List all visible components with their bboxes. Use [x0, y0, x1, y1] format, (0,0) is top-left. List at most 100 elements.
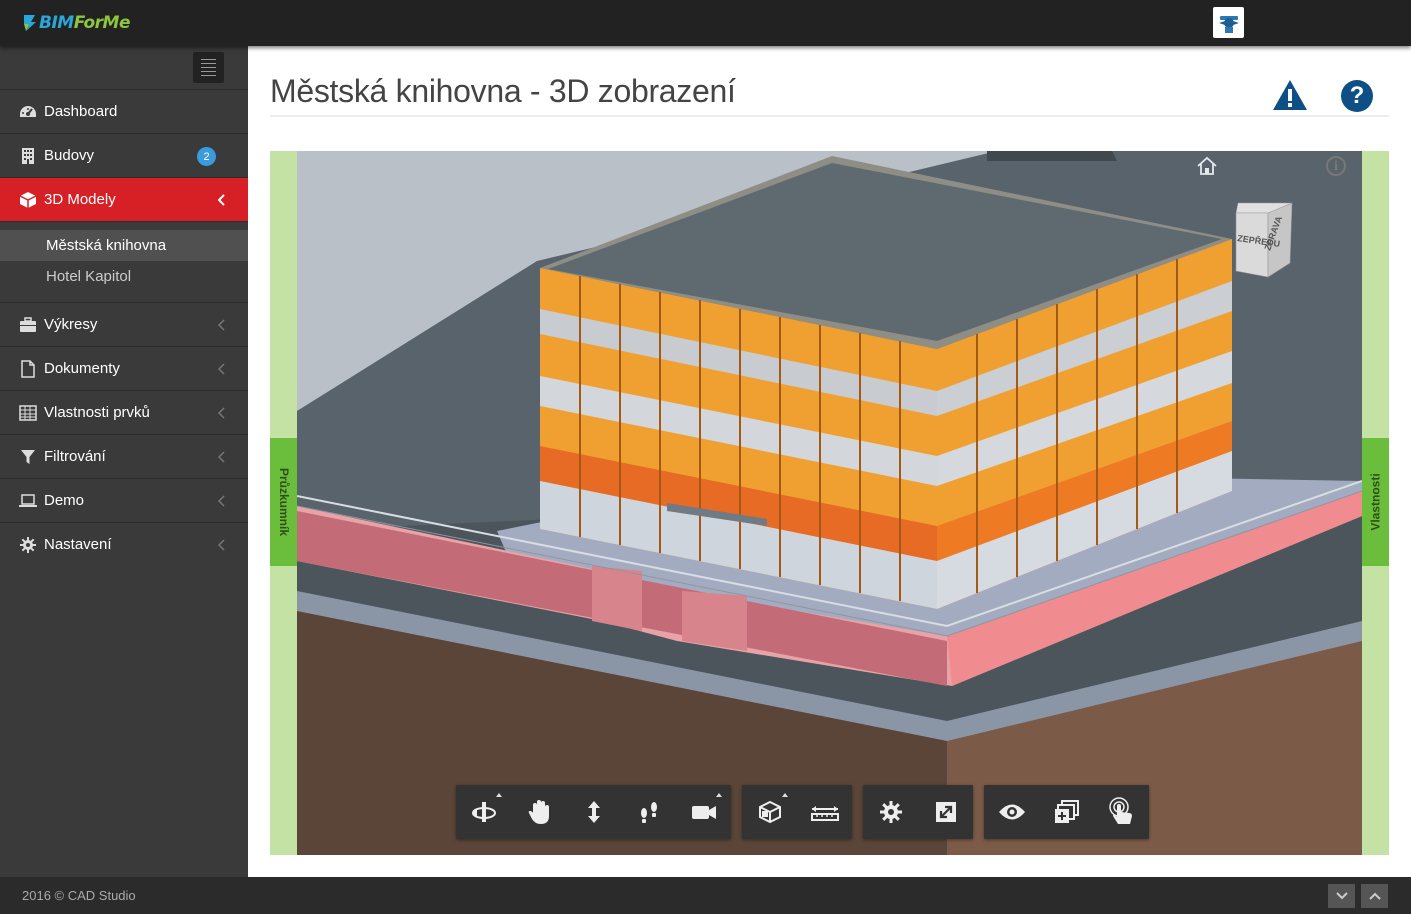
hamburger-line [201, 63, 216, 64]
chevron-up-icon [1368, 892, 1381, 900]
sidebar-item-vlastnosti-prvku[interactable]: Vlastnosti prvků [0, 390, 248, 434]
chevron-down-icon [1335, 892, 1348, 900]
explode-tool-button[interactable] [742, 785, 797, 839]
measure-icon [810, 806, 839, 821]
3d-viewer[interactable]: Průzkumník Vlastnosti i ZEPŘEDU ZPRAVA [270, 151, 1389, 855]
explode-icon [758, 800, 781, 824]
view-cube[interactable]: ZEPŘEDU ZPRAVA [1210, 199, 1310, 284]
chevron-left-icon [218, 539, 225, 551]
scroll-up-button[interactable] [1361, 884, 1388, 908]
properties-touch-icon [1108, 797, 1132, 824]
walk-tool-button[interactable] [621, 785, 676, 839]
chevron-left-icon [218, 319, 225, 331]
sidebar-item-label: Nastavení [44, 536, 112, 553]
sidebar-item-filtrovani[interactable]: Filtrování [0, 434, 248, 478]
properties-panel-tab: Vlastnosti [1362, 151, 1389, 855]
title-divider [270, 115, 1389, 117]
logo-text: BIMForMe [39, 13, 131, 33]
model-tools-group [742, 785, 852, 839]
sidebar-item-label: Vlastnosti prvků [44, 404, 150, 421]
chevron-left-icon [218, 363, 225, 375]
chevron-left-icon [218, 495, 225, 507]
sidebar-item-dashboard[interactable]: Dashboard [0, 89, 248, 133]
sidebar-item-label: Výkresy [44, 316, 98, 333]
copyright-text: 2016 © CAD Studio [22, 888, 136, 903]
hamburger-line [201, 75, 216, 76]
sidebar-item-label: 3D Modely [44, 191, 116, 208]
caret-up-icon [782, 793, 788, 797]
sidebar-item-3d-modely[interactable]: 3D Modely [0, 177, 248, 221]
navigation-tools-group [456, 785, 731, 839]
question-mark-icon: ? [1349, 82, 1365, 109]
buildings-count-badge: 2 [197, 147, 216, 166]
sidebar-item-vykresy[interactable]: Výkresy [0, 302, 248, 346]
orbit-tool-button[interactable] [456, 785, 511, 839]
user-avatar-icon [1218, 15, 1239, 33]
visibility-icon [998, 804, 1025, 820]
caret-up-icon [496, 793, 502, 797]
sidebar-item-label: Demo [44, 492, 85, 509]
submenu-item-hotel-kapitol[interactable]: Hotel Kapitol [0, 261, 248, 292]
sidebar-item-label: Filtrování [44, 448, 106, 465]
settings-tool-button[interactable] [863, 785, 918, 839]
properties-panel-toggle[interactable]: Vlastnosti [1362, 438, 1389, 566]
visibility-tool-button[interactable] [984, 785, 1039, 839]
sidebar-toggle-button[interactable] [193, 52, 224, 83]
footer: 2016 © CAD Studio [0, 877, 1411, 914]
gear-icon [19, 536, 37, 554]
fullscreen-icon [935, 802, 956, 822]
chevron-left-icon [218, 194, 225, 206]
camera-icon [691, 806, 716, 819]
help-button[interactable]: ? [1341, 80, 1373, 112]
orbit-icon [471, 802, 496, 822]
dashboard-icon [19, 103, 37, 121]
model-browser-tool-button[interactable] [1039, 785, 1094, 839]
hamburger-line [201, 67, 216, 68]
submenu-item-mestska-knihovna[interactable]: Městská knihovna [0, 230, 248, 261]
sidebar-item-nastaveni[interactable]: Nastavení [0, 522, 248, 566]
measure-tool-button[interactable] [797, 785, 852, 839]
camera-tool-button[interactable] [676, 785, 731, 839]
laptop-icon [19, 492, 37, 510]
report-issue-button[interactable] [1272, 79, 1308, 111]
chevron-left-icon [218, 451, 225, 463]
logo[interactable]: BIMForMe [22, 13, 131, 33]
sidebar-item-label: Dokumenty [44, 360, 120, 377]
settings-icon [879, 801, 902, 823]
building-icon [19, 147, 37, 165]
explorer-panel-toggle[interactable]: Průzkumník [270, 438, 297, 566]
hamburger-icon [201, 59, 216, 60]
view-tools-group [984, 785, 1149, 839]
caret-up-icon [716, 793, 722, 797]
sidebar-item-budovy[interactable]: Budovy 2 [0, 133, 248, 177]
settings-tools-group [863, 785, 973, 839]
properties-touch-tool-button[interactable] [1094, 785, 1149, 839]
top-bar: BIMForMe [0, 0, 1411, 46]
user-avatar[interactable] [1213, 7, 1244, 38]
building-3d-model[interactable] [297, 151, 1362, 855]
pan-icon [528, 800, 549, 824]
document-icon [19, 359, 37, 378]
zoom-tool-button[interactable] [566, 785, 621, 839]
properties-panel-label: Vlastnosti [1368, 473, 1383, 531]
chevron-left-icon [218, 407, 225, 419]
viewer-toolbar [456, 785, 1149, 839]
sidebar-item-dokumenty[interactable]: Dokumenty [0, 346, 248, 390]
filter-icon [19, 448, 37, 466]
page-title: Městská knihovna - 3D zobrazení [270, 73, 736, 109]
home-view-icon[interactable] [1196, 156, 1218, 176]
fullscreen-tool-button[interactable] [918, 785, 973, 839]
sidebar: Dashboard Budovy 2 3D Modely Městská kni… [0, 46, 248, 877]
sidebar-item-demo[interactable]: Demo [0, 478, 248, 522]
explorer-panel-tab: Průzkumník [270, 151, 297, 855]
sidebar-item-label: Budovy [44, 147, 95, 164]
explorer-panel-label: Průzkumník [276, 467, 291, 537]
submenu-3d-modely: Městská knihovna Hotel Kapitol [0, 221, 248, 302]
warning-icon [1273, 80, 1307, 110]
pan-tool-button[interactable] [511, 785, 566, 839]
walk-icon [640, 802, 657, 823]
scroll-down-button[interactable] [1328, 884, 1355, 908]
zoom-icon [587, 801, 600, 823]
info-icon[interactable]: i [1326, 156, 1346, 176]
table-icon [19, 404, 37, 422]
